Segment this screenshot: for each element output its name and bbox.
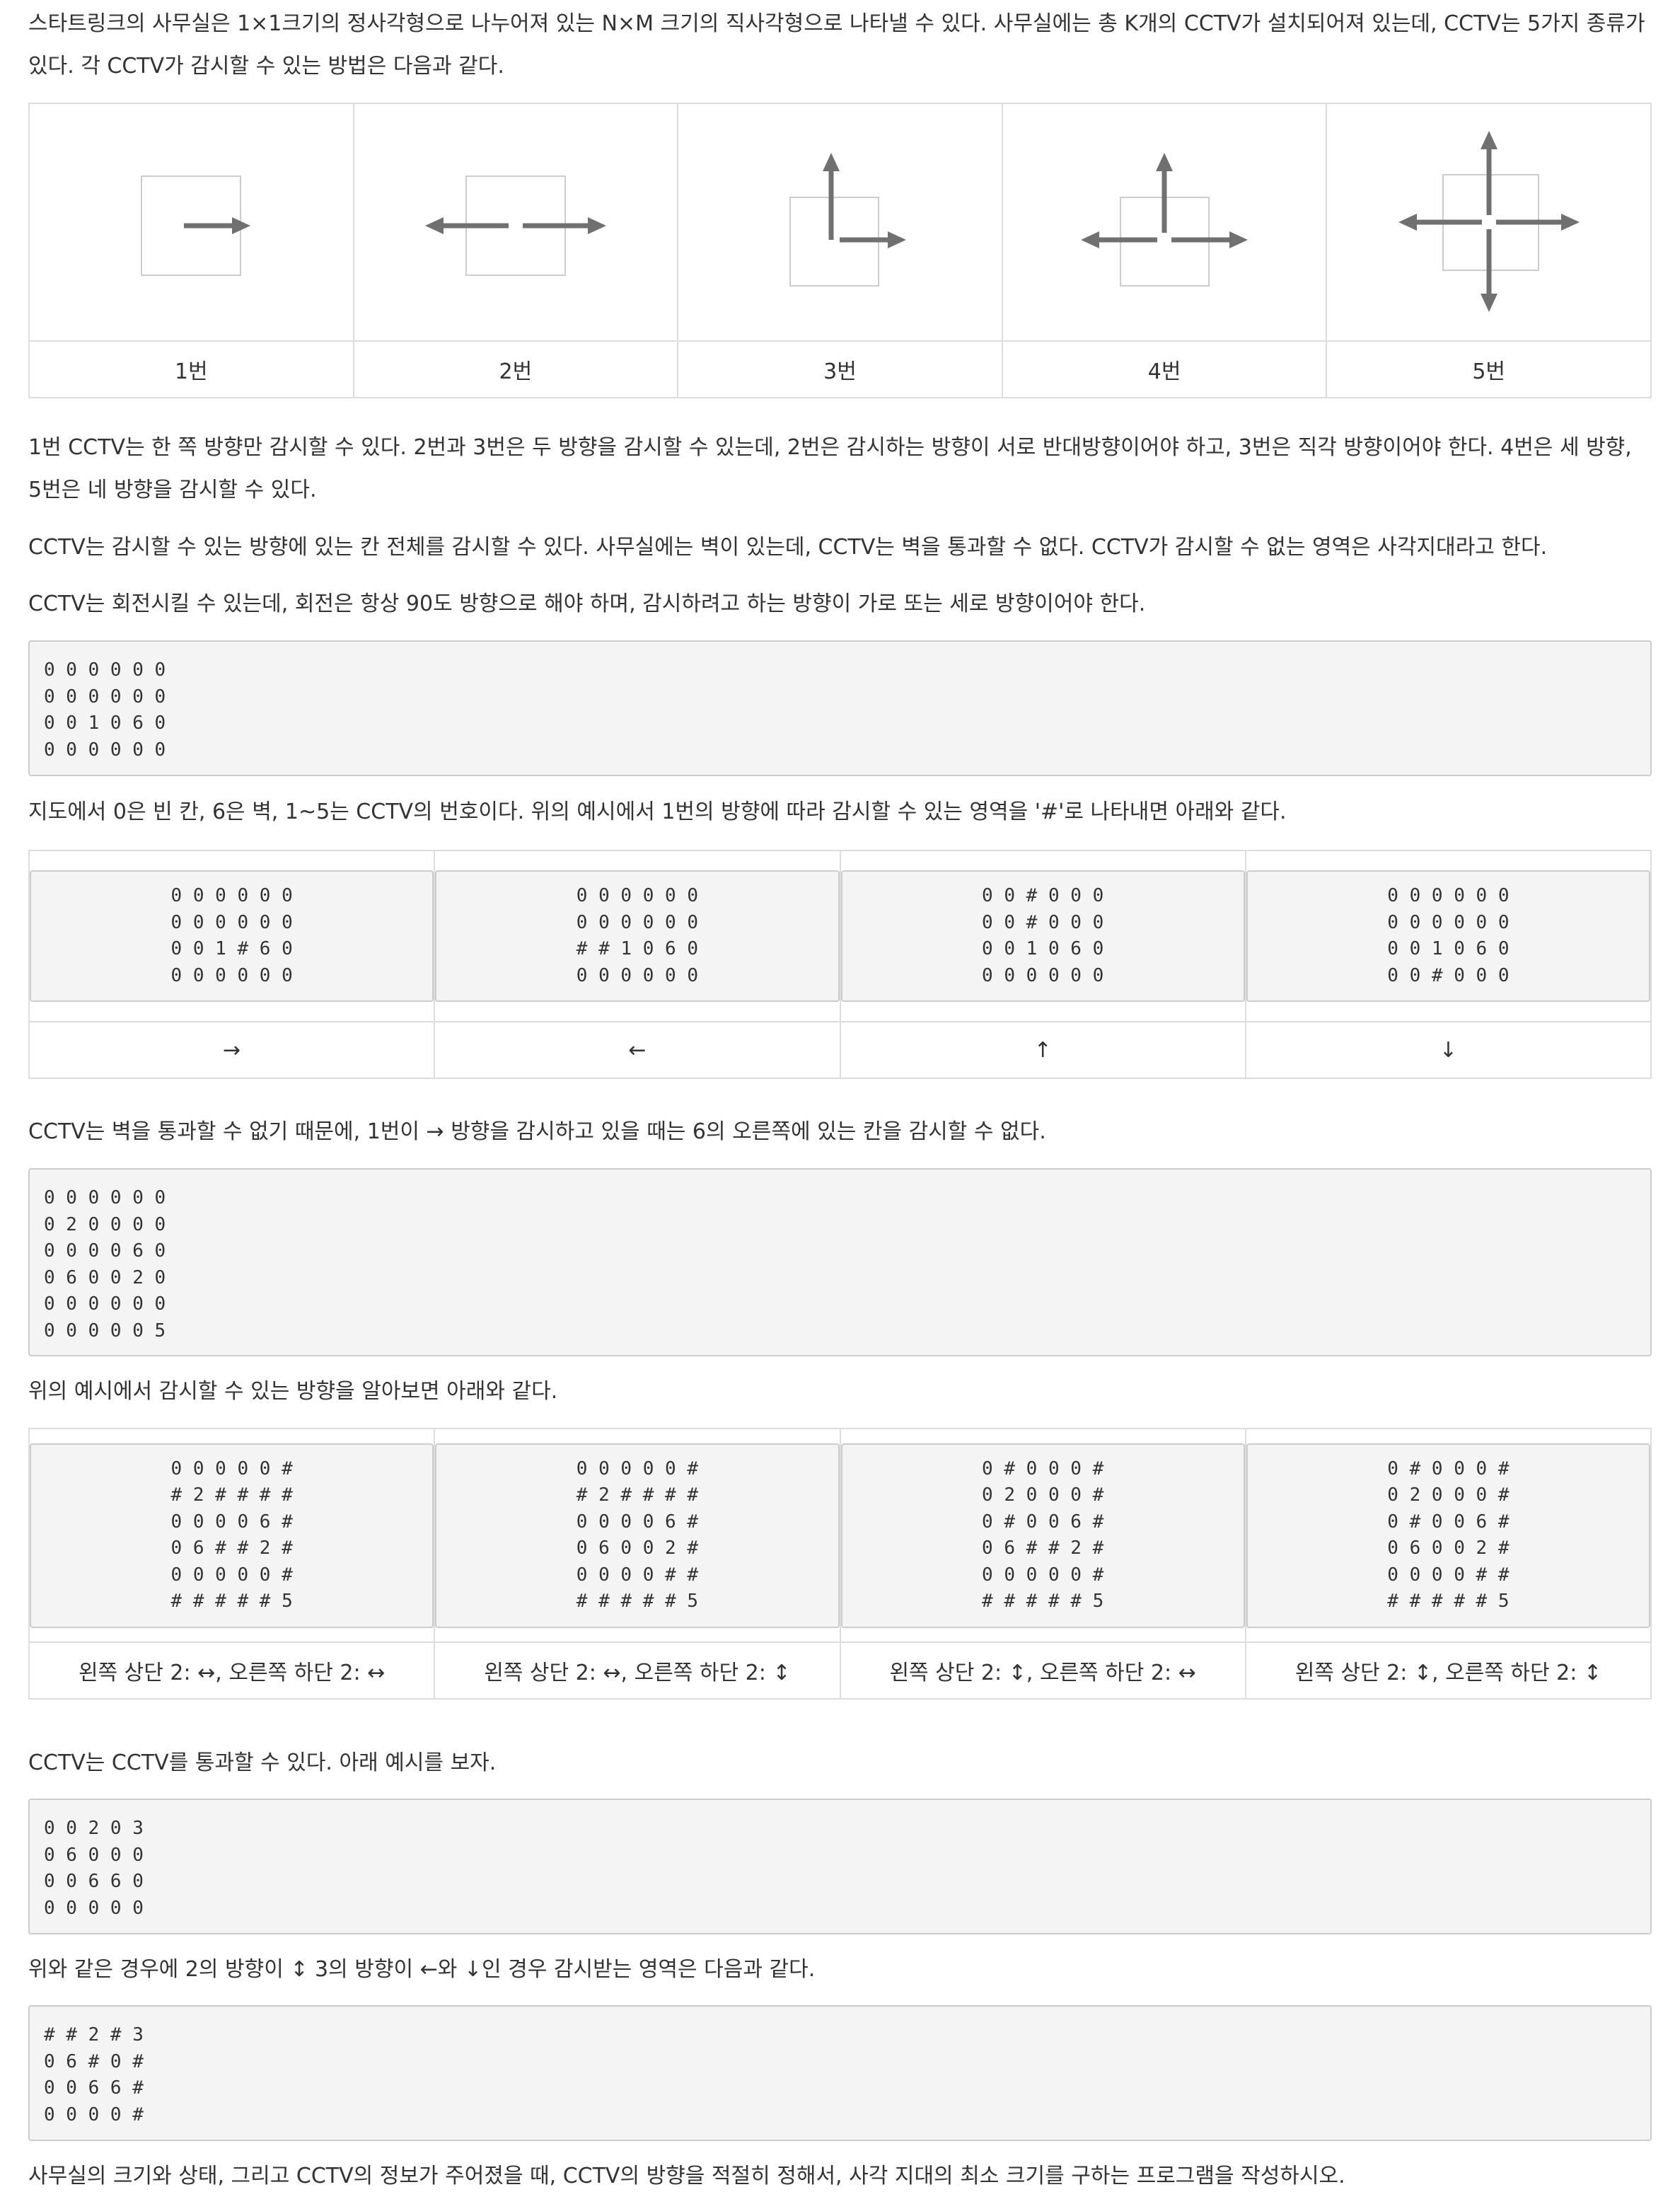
cctv-type-label: 3번	[677, 340, 1003, 398]
example2-case: 0 0 0 0 0 # # 2 # # # # 0 0 0 0 6 # 0 6 …	[28, 1428, 436, 1643]
rotate-paragraph: CCTV는 회전시킬 수 있는데, 회전은 항상 90도 방향으로 해야 하며,…	[28, 592, 1146, 616]
example1-case-up: 0 0 # 0 0 0 0 0 # 0 0 0 0 0 1 0 6 0 0 0 …	[839, 850, 1246, 1022]
case-map: 0 0 0 0 0 # # 2 # # # # 0 0 0 0 6 # 0 6 …	[30, 1443, 434, 1628]
example1-case-right: 0 0 0 0 0 0 0 0 0 0 0 0 0 0 1 # 6 0 0 0 …	[28, 850, 436, 1022]
cctv-type-3-icon	[789, 153, 907, 287]
cctv-types-table: 1번 2번 3번 4번 5번	[28, 103, 1652, 398]
cctv-type-label: 4번	[1001, 340, 1328, 398]
example1-map: 0 0 0 0 0 0 0 0 0 0 0 0 0 0 1 0 6 0 0 0 …	[28, 640, 1652, 776]
case-map: 0 0 0 0 0 0 0 0 0 0 0 0 0 0 1 0 6 0 0 0 …	[1246, 870, 1650, 1002]
cctv-type-5-icon	[1398, 131, 1580, 312]
case-map: 0 0 0 0 0 # # 2 # # # # 0 0 0 0 6 # 0 6 …	[435, 1443, 840, 1628]
direction-label: ←	[434, 1021, 841, 1079]
direction-label: 왼쪽 상단 2: ↕, 오른쪽 하단 2: ↔	[839, 1642, 1246, 1700]
direction-label: 왼쪽 상단 2: ↔, 오른쪽 하단 2: ↕	[434, 1642, 841, 1700]
direction-label: ↑	[839, 1021, 1246, 1079]
cctv-type-3-cell	[677, 103, 1003, 342]
wall-block-paragraph: CCTV는 벽을 통과할 수 없기 때문에, 1번이 → 방향을 감시하고 있을…	[28, 1119, 1046, 1144]
cctv-type-label: 2번	[352, 340, 679, 398]
cctv-type-5-cell	[1326, 103, 1652, 342]
cctv-type-1-cell	[28, 103, 354, 342]
example1-case-left: 0 0 0 0 0 0 0 0 0 0 0 0 # # 1 0 6 0 0 0 …	[434, 850, 841, 1022]
example3-result: # # 2 # 3 0 6 # 0 # 0 0 6 6 # 0 0 0 0 #	[28, 2005, 1652, 2141]
pass-cctv-paragraph: CCTV는 CCTV를 통과할 수 있다. 아래 예시를 보자.	[28, 1750, 497, 1775]
direction-label: 왼쪽 상단 2: ↔, 오른쪽 하단 2: ↔	[28, 1642, 436, 1700]
example2-case: 0 0 0 0 0 # # 2 # # # # 0 0 0 0 6 # 0 6 …	[434, 1428, 841, 1643]
case-map: 0 0 # 0 0 0 0 0 # 0 0 0 0 0 1 0 6 0 0 0 …	[840, 870, 1245, 1002]
cctv-type-2-cell	[352, 103, 679, 342]
case-map: 0 # 0 0 0 # 0 2 0 0 0 # 0 # 0 0 6 # 0 6 …	[840, 1443, 1245, 1628]
directions-paragraph: 1번 CCTV는 한 쪽 방향만 감시할 수 있다. 2번과 3번은 두 방향을…	[28, 435, 1632, 502]
intro-paragraph: 스타트링크의 사무실은 1×1크기의 정사각형으로 나누어져 있는 N×M 크기…	[28, 11, 1645, 79]
example2-case: 0 # 0 0 0 # 0 2 0 0 0 # 0 # 0 0 6 # 0 6 …	[839, 1428, 1246, 1643]
example3-paragraph: 위와 같은 경우에 2의 방향이 ↕ 3의 방향이 ←와 ↓인 경우 감시받는 …	[28, 1957, 816, 1982]
cctv-type-4-icon	[1081, 153, 1249, 287]
legend-paragraph: 지도에서 0은 빈 칸, 6은 벽, 1~5는 CCTV의 번호이다. 위의 예…	[28, 800, 1287, 824]
cctv-type-label: 5번	[1326, 340, 1652, 398]
example1-case-down: 0 0 0 0 0 0 0 0 0 0 0 0 0 0 1 0 6 0 0 0 …	[1244, 850, 1652, 1022]
cctv-type-1-icon	[141, 175, 251, 276]
cctv-type-4-cell	[1001, 103, 1328, 342]
direction-label: 왼쪽 상단 2: ↕, 오른쪽 하단 2: ↕	[1244, 1642, 1652, 1700]
example1-cases-table: 0 0 0 0 0 0 0 0 0 0 0 0 0 0 1 # 6 0 0 0 …	[28, 850, 1652, 1079]
case-map: 0 0 0 0 0 0 0 0 0 0 0 0 # # 1 0 6 0 0 0 …	[435, 870, 840, 1002]
direction-label: ↓	[1244, 1021, 1652, 1079]
task-paragraph: 사무실의 크기와 상태, 그리고 CCTV의 정보가 주어졌을 때, CCTV의…	[28, 2164, 1345, 2188]
cctv-type-label: 1번	[28, 340, 354, 398]
case-map: 0 0 0 0 0 0 0 0 0 0 0 0 0 0 1 # 6 0 0 0 …	[30, 870, 434, 1002]
cctv-type-2-icon	[424, 175, 606, 276]
example2-map: 0 0 0 0 0 0 0 2 0 0 0 0 0 0 0 0 6 0 0 6 …	[28, 1168, 1652, 1356]
example2-cases-table: 0 0 0 0 0 # # 2 # # # # 0 0 0 0 6 # 0 6 …	[28, 1428, 1652, 1700]
example2-paragraph: 위의 예시에서 감시할 수 있는 방향을 알아보면 아래와 같다.	[28, 1379, 558, 1404]
case-map: 0 # 0 0 0 # 0 2 0 0 0 # 0 # 0 0 6 # 0 6 …	[1246, 1443, 1650, 1628]
example2-case: 0 # 0 0 0 # 0 2 0 0 0 # 0 # 0 0 6 # 0 6 …	[1244, 1428, 1652, 1643]
example3-map: 0 0 2 0 3 0 6 0 0 0 0 0 6 6 0 0 0 0 0 0	[28, 1799, 1652, 1934]
direction-label: →	[28, 1021, 436, 1079]
walls-paragraph: CCTV는 감시할 수 있는 방향에 있는 칸 전체를 감시할 수 있다. 사무…	[28, 535, 1548, 560]
